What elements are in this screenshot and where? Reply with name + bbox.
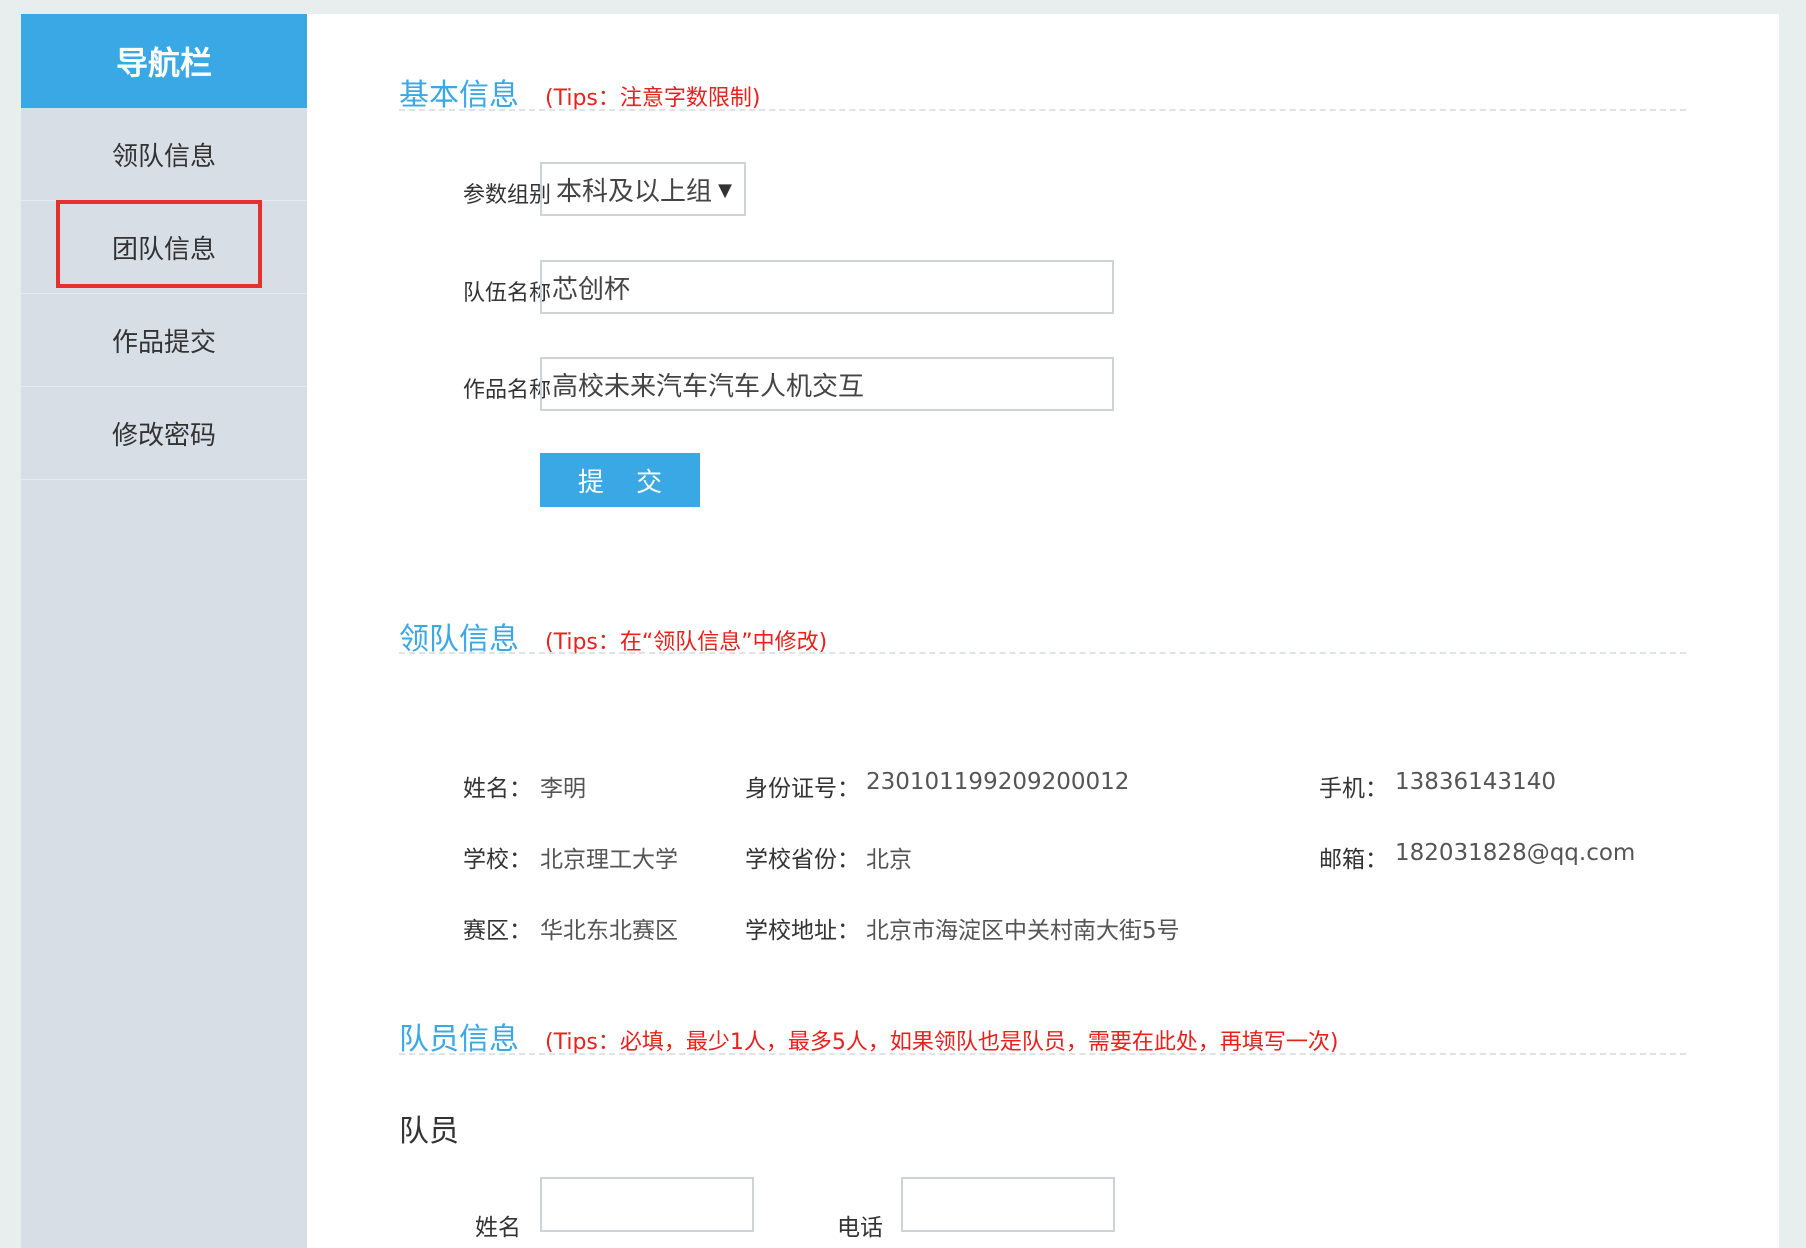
divider — [399, 1053, 1686, 1055]
basic-info-tip: (Tips：注意字数限制) — [545, 86, 761, 111]
sidebar-item-team-info[interactable]: 团队信息 — [21, 200, 307, 294]
leader-email-value: 182031828@qq.com — [1395, 840, 1636, 866]
member-phone-input[interactable] — [901, 1177, 1115, 1232]
basic-info-title: 基本信息 — [399, 78, 519, 113]
leader-region-label: 赛区： — [463, 918, 532, 944]
member-subtitle: 队员 — [399, 1114, 459, 1149]
leader-id-label: 身份证号： — [745, 776, 860, 802]
group-select-value: 本科及以上组 — [556, 176, 713, 207]
team-name-label: 队伍名称 — [462, 281, 551, 306]
sidebar-title: 导航栏 — [21, 14, 307, 108]
main-panel: 基本信息 (Tips：注意字数限制) 参数组别 本科及以上组 ▼ 队伍名称 芯创… — [307, 14, 1779, 1248]
members-info-tip: (Tips：必填，最少1人，最多5人，如果领队也是队员，需要在此处，再填写一次) — [545, 1030, 1339, 1055]
leader-region-value: 华北东北赛区 — [540, 918, 678, 944]
leader-province-label: 学校省份： — [745, 847, 860, 873]
work-name-input[interactable]: 高校未来汽车汽车人机交互 — [540, 357, 1114, 411]
members-info-header: 队员信息 (Tips：必填，最少1人，最多5人，如果领队也是队员，需要在此处，再… — [399, 1014, 1338, 1058]
leader-name-label: 姓名： — [463, 776, 532, 802]
group-label: 参数组别 — [462, 183, 551, 208]
leader-phone-label: 手机： — [1319, 776, 1388, 802]
sidebar-item-change-password[interactable]: 修改密码 — [21, 387, 307, 480]
caret-down-icon: ▼ — [718, 180, 732, 201]
leader-address-label: 学校地址： — [745, 918, 860, 944]
team-name-input[interactable]: 芯创杯 — [540, 260, 1114, 314]
group-select[interactable]: 本科及以上组 ▼ — [540, 162, 746, 216]
leader-phone-value: 13836143140 — [1395, 769, 1556, 795]
leader-school-value: 北京理工大学 — [540, 847, 678, 873]
member-name-input[interactable] — [540, 1177, 754, 1232]
member-name-label: 姓名 — [475, 1215, 521, 1241]
leader-address-value: 北京市海淀区中关村南大街5号 — [866, 918, 1180, 944]
divider — [399, 652, 1686, 654]
member-phone-label: 电话 — [837, 1215, 883, 1241]
members-info-title: 队员信息 — [399, 1022, 519, 1057]
leader-name-value: 李明 — [540, 776, 586, 802]
sidebar-item-work-submit[interactable]: 作品提交 — [21, 294, 307, 387]
leader-email-label: 邮箱： — [1319, 847, 1388, 873]
leader-province-value: 北京 — [866, 847, 912, 873]
submit-button[interactable]: 提 交 — [540, 453, 700, 507]
sidebar: 导航栏 领队信息 团队信息 作品提交 修改密码 — [21, 14, 307, 1248]
leader-id-value: 230101199209200012 — [866, 769, 1130, 795]
divider — [399, 109, 1686, 111]
leader-school-label: 学校： — [463, 847, 532, 873]
work-name-label: 作品名称 — [462, 378, 551, 403]
sidebar-item-leader-info[interactable]: 领队信息 — [21, 108, 307, 201]
basic-info-header: 基本信息 (Tips：注意字数限制) — [399, 70, 760, 114]
